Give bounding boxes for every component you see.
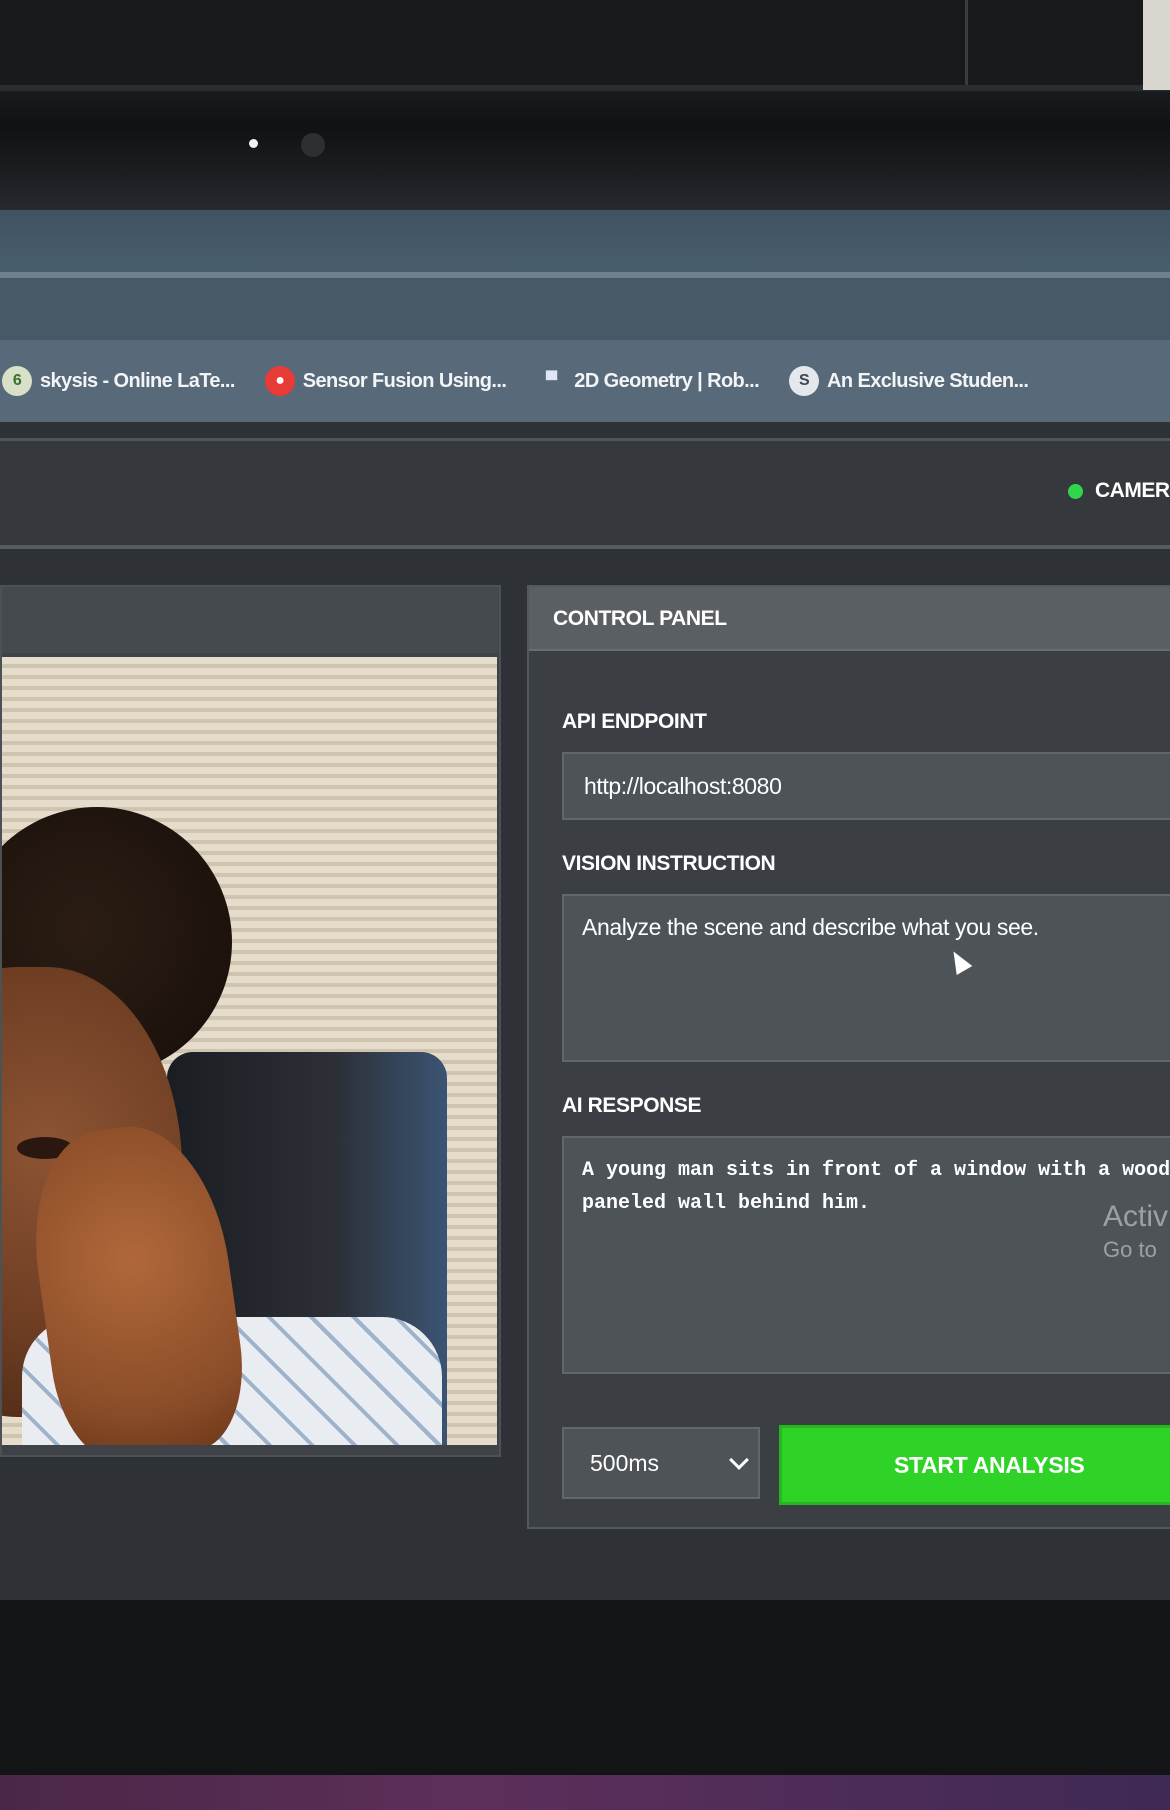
scribd-icon: S [789, 366, 820, 396]
start-analysis-button[interactable]: START ANALYSIS [779, 1425, 1170, 1505]
taskbar [0, 1775, 1170, 1810]
chevron-down-icon [729, 1450, 749, 1470]
laptop-bezel [0, 0, 1170, 210]
browser-tab-strip [0, 278, 1170, 340]
vision-instruction-input[interactable]: Analyze the scene and describe what you … [562, 894, 1170, 1062]
robot-icon: ▀ [545, 372, 557, 389]
watermark-line2: Go to [1103, 1237, 1157, 1262]
interval-value: 500ms [590, 1449, 660, 1476]
webcam-lens [301, 133, 325, 157]
overleaf-icon: 6 [2, 366, 32, 396]
status-dot-icon [1068, 483, 1083, 499]
app-header: CAMER [0, 438, 1170, 549]
monitor-lid [0, 0, 1170, 91]
control-panel-header: CONTROL PANEL [529, 587, 1170, 651]
bookmark-label: skysis - Online LaTe... [40, 369, 235, 392]
camera-feed [2, 657, 497, 1445]
watermark-line1: Activ [1103, 1200, 1169, 1233]
video-panel-header [2, 587, 499, 653]
ai-response-label: AI RESPONSE [562, 1094, 702, 1117]
bookmarks-bar: 6 skysis - Online LaTe... ● Sensor Fusio… [0, 340, 1170, 422]
bookmark-label: An Exclusive Studen... [827, 369, 1029, 392]
bookmark-label: Sensor Fusion Using... [302, 369, 507, 392]
activate-windows-watermark: Activ Go to [1103, 1198, 1168, 1264]
wall-background [1143, 0, 1170, 90]
webcam-led [249, 139, 258, 148]
bookmark-2d-geometry[interactable]: ▀ 2D Geometry | Rob... [536, 366, 760, 396]
bookmark-sensor-fusion[interactable]: ● Sensor Fusion Using... [264, 366, 507, 396]
bookmark-label: 2D Geometry | Rob... [574, 369, 760, 392]
interval-select[interactable]: 500ms [562, 1427, 760, 1499]
camera-status-label: CAMER [1095, 479, 1170, 502]
lid-edge [965, 0, 968, 85]
youtube-icon: ● [264, 366, 295, 396]
start-analysis-label: START ANALYSIS [894, 1451, 1085, 1478]
bookmark-overleaf[interactable]: 6 skysis - Online LaTe... [2, 366, 235, 396]
video-panel [0, 585, 501, 1457]
window-frame [0, 210, 1170, 278]
control-panel: CONTROL PANEL API ENDPOINT VISION INSTRU… [527, 585, 1170, 1529]
vision-instruction-label: VISION INSTRUCTION [562, 852, 776, 875]
control-panel-title: CONTROL PANEL [553, 607, 727, 630]
bookmark-scribd[interactable]: S An Exclusive Studen... [789, 366, 1029, 396]
camera-status: CAMER [1068, 479, 1170, 503]
api-endpoint-input[interactable] [562, 752, 1170, 820]
api-endpoint-label: API ENDPOINT [562, 710, 707, 733]
screen: 6 skysis - Online LaTe... ● Sensor Fusio… [0, 210, 1170, 1810]
ai-response-output: A young man sits in front of a window wi… [562, 1136, 1170, 1374]
